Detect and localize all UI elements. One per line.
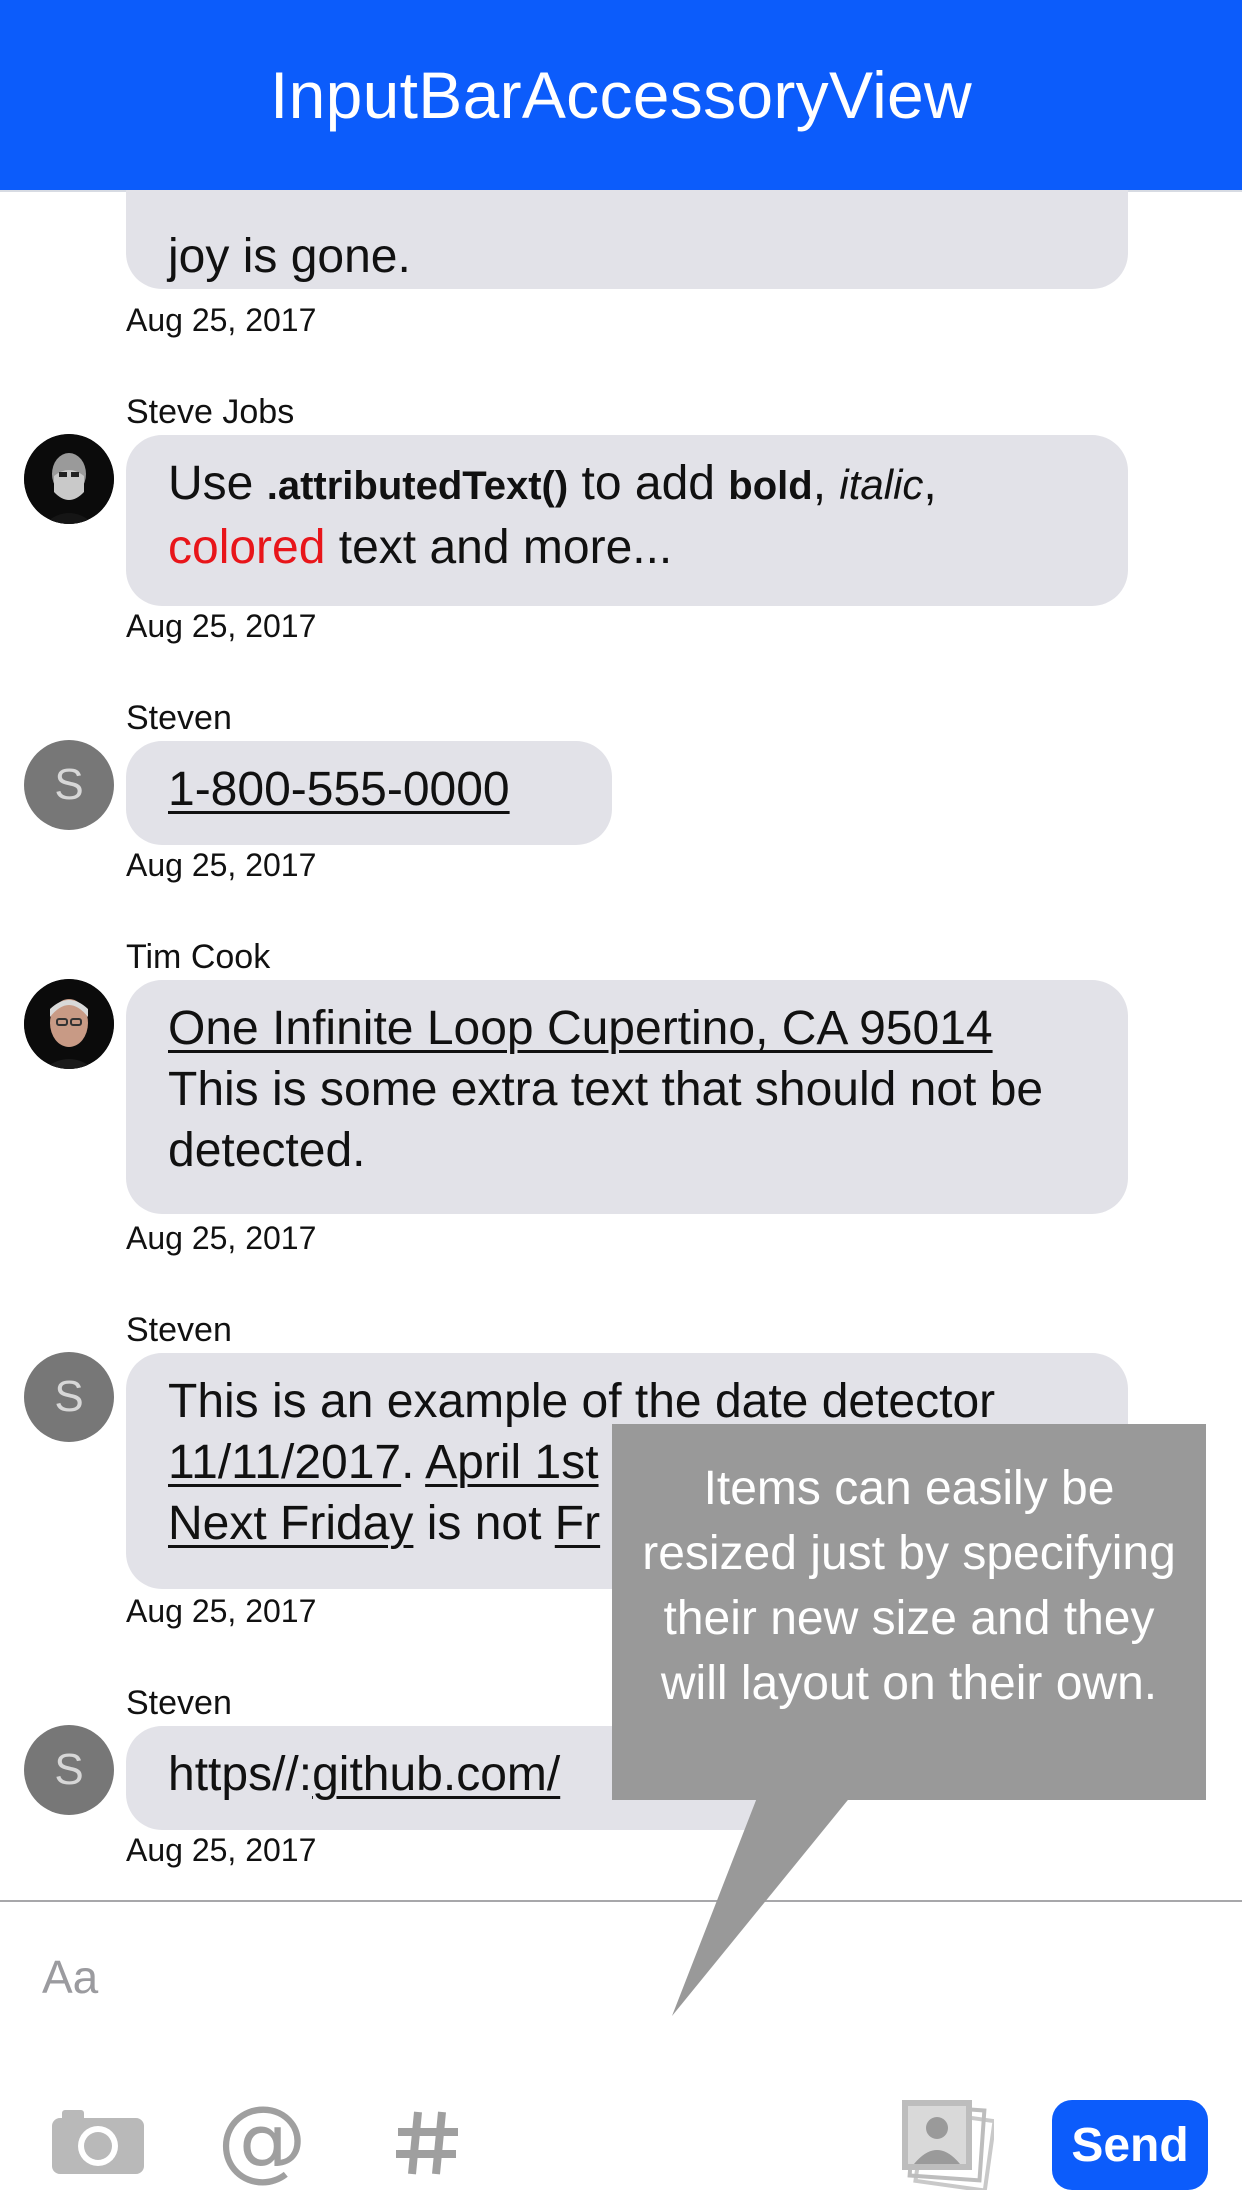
avatar[interactable]: [24, 434, 114, 524]
message-text: ,: [812, 457, 840, 510]
avatar[interactable]: S: [24, 1725, 114, 1815]
avatar[interactable]: S: [24, 1352, 114, 1442]
avatar[interactable]: [24, 979, 114, 1069]
address-link[interactable]: One Infinite Loop Cupertino, CA 95014: [168, 1002, 993, 1055]
message-date: Aug 25, 2017: [126, 302, 317, 338]
date-link[interactable]: Fr: [555, 1497, 600, 1550]
sender-name: Steve Jobs: [126, 393, 295, 431]
message-text: .: [401, 1436, 426, 1489]
message-text: text and more...: [325, 521, 673, 574]
navigation-bar: InputBarAccessoryView: [0, 0, 1242, 192]
avatar[interactable]: S: [24, 740, 114, 830]
phone-link[interactable]: 1-800-555-0000: [168, 763, 510, 816]
tooltip: Items can easily be resized just by spec…: [612, 1424, 1206, 1800]
input-bar: Aa @ Send: [0, 1900, 1242, 2210]
message-text: This is an example of the date detector: [168, 1375, 996, 1428]
url-link[interactable]: github.com/: [312, 1748, 560, 1801]
avatar-initial: S: [54, 1745, 84, 1794]
date-link[interactable]: 11/11/2017: [168, 1436, 401, 1489]
date-link[interactable]: Next Friday: [168, 1497, 413, 1550]
at-icon[interactable]: @: [218, 2098, 306, 2186]
code-text: .attributedText(): [266, 464, 569, 508]
message-date: Aug 25, 2017: [126, 1832, 317, 1868]
message-bubble[interactable]: Use .attributedText() to add bold, itali…: [126, 435, 1128, 606]
message-bubble[interactable]: 1-800-555-0000: [126, 741, 612, 845]
message-bubble[interactable]: joy is gone.: [126, 190, 1128, 289]
colored-text: colored: [168, 521, 326, 574]
message-date: Aug 25, 2017: [126, 608, 317, 644]
camera-icon[interactable]: [52, 2108, 144, 2174]
send-button[interactable]: Send: [1052, 2100, 1208, 2190]
message-text: This is some extra text that should not …: [168, 1063, 1044, 1177]
message-date: Aug 25, 2017: [126, 1593, 317, 1629]
bold-text: bold: [728, 464, 813, 508]
message-text: ,: [923, 457, 937, 510]
sender-name: Tim Cook: [126, 938, 271, 976]
avatar-initial: S: [54, 760, 84, 809]
message-date: Aug 25, 2017: [126, 847, 317, 883]
message-text: Use: [168, 457, 267, 510]
sender-name: Steven: [126, 1684, 232, 1722]
message-text: to add: [568, 457, 729, 510]
sender-name: Steven: [126, 699, 232, 737]
message-date: Aug 25, 2017: [126, 1220, 317, 1256]
italic-text: italic: [839, 461, 924, 508]
message-text: is not: [413, 1497, 555, 1550]
date-link[interactable]: April 1st: [425, 1436, 598, 1489]
message-input[interactable]: Aa: [42, 1950, 98, 2004]
page-title: InputBarAccessoryView: [269, 58, 973, 132]
avatar-initial: S: [54, 1372, 84, 1421]
message-bubble[interactable]: One Infinite Loop Cupertino, CA 95014 Th…: [126, 980, 1128, 1214]
photos-icon[interactable]: [900, 2098, 994, 2190]
hashtag-icon[interactable]: [396, 2110, 460, 2176]
svg-text:@: @: [218, 2098, 306, 2186]
tim-cook-avatar-icon: [24, 979, 114, 1069]
steve-jobs-avatar-icon: [24, 434, 114, 524]
message-text: https//:: [168, 1748, 313, 1801]
message-text: joy is gone.: [168, 230, 411, 283]
sender-name: Steven: [126, 1311, 232, 1349]
